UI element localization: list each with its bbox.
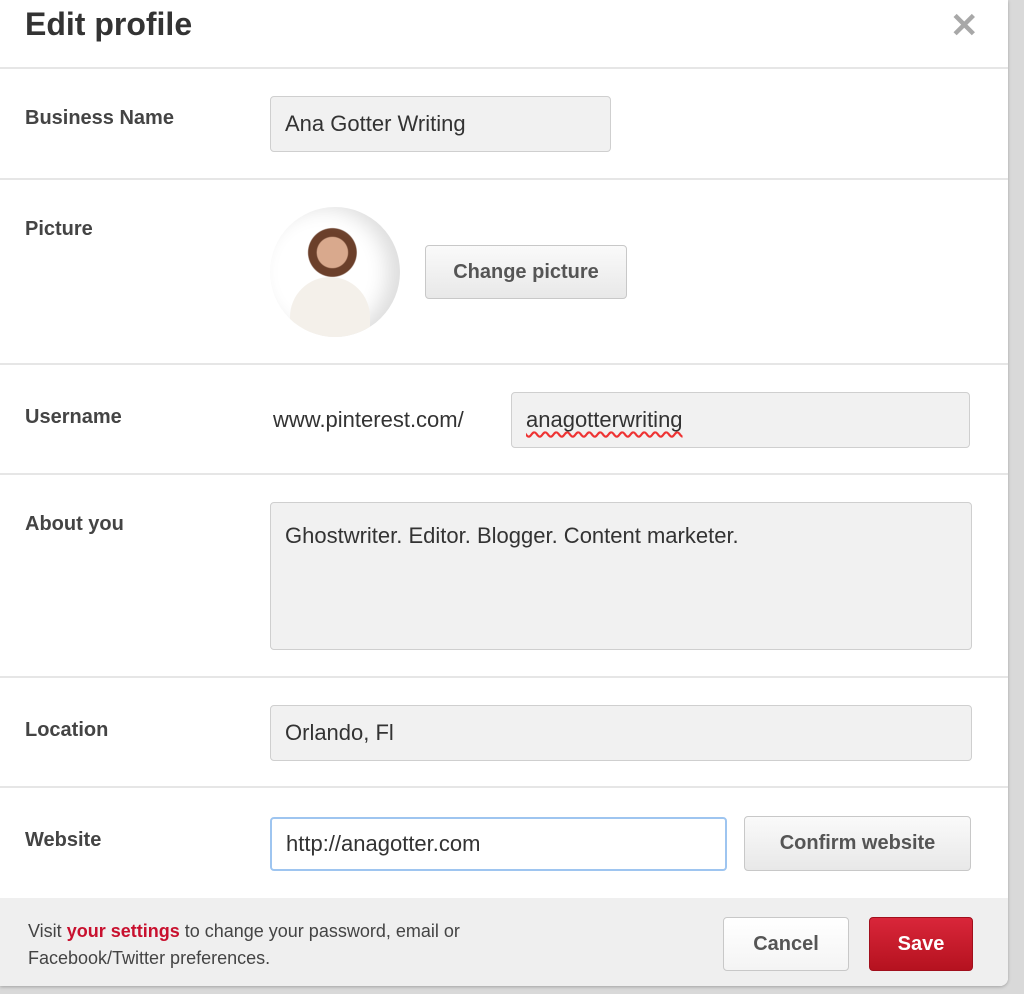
settings-note: Visit your settings to change your passw… bbox=[28, 918, 528, 972]
about-textarea[interactable]: Ghostwriter. Editor. Blogger. Content ma… bbox=[270, 502, 972, 650]
username-prefix: www.pinterest.com/ bbox=[273, 407, 464, 432]
cancel-button[interactable]: Cancel bbox=[723, 917, 849, 971]
about-label: About you bbox=[25, 513, 124, 535]
location-label: Location bbox=[25, 719, 109, 741]
business-name-row: Business Name Ana Gotter Writing bbox=[0, 69, 1008, 180]
confirm-website-button[interactable]: Confirm website bbox=[744, 816, 971, 871]
about-row: About you Ghostwriter. Editor. Blogger. … bbox=[0, 475, 1008, 678]
website-input[interactable]: http://anagotter.com bbox=[270, 817, 727, 871]
dialog-footer: Visit your settings to change your passw… bbox=[0, 898, 1008, 986]
username-row: Username www.pinterest.com/ anagotterwri… bbox=[0, 365, 1008, 475]
dialog-title: Edit profile bbox=[25, 6, 193, 42]
close-icon[interactable]: ✕ bbox=[950, 6, 979, 46]
website-label: Website bbox=[25, 829, 102, 851]
picture-row: Picture Change picture bbox=[0, 180, 1008, 365]
picture-label: Picture bbox=[25, 218, 93, 240]
username-input[interactable]: anagotterwriting bbox=[511, 392, 970, 448]
change-picture-button[interactable]: Change picture bbox=[425, 245, 627, 299]
dialog-header: Edit profile ✕ bbox=[0, 0, 1008, 69]
website-row: Website http://anagotter.com Confirm web… bbox=[0, 788, 1008, 898]
location-input[interactable]: Orlando, Fl bbox=[270, 705, 972, 761]
username-value: anagotterwriting bbox=[526, 407, 683, 432]
business-name-input[interactable]: Ana Gotter Writing bbox=[270, 96, 611, 152]
username-label: Username bbox=[25, 406, 122, 428]
edit-profile-dialog: Edit profile ✕ Business Name Ana Gotter … bbox=[0, 0, 1008, 986]
save-button[interactable]: Save bbox=[869, 917, 973, 971]
business-name-label: Business Name bbox=[25, 107, 174, 129]
avatar bbox=[270, 207, 400, 337]
location-row: Location Orlando, Fl bbox=[0, 678, 1008, 788]
visit-text: Visit bbox=[28, 921, 67, 941]
your-settings-link[interactable]: your settings bbox=[67, 921, 180, 941]
